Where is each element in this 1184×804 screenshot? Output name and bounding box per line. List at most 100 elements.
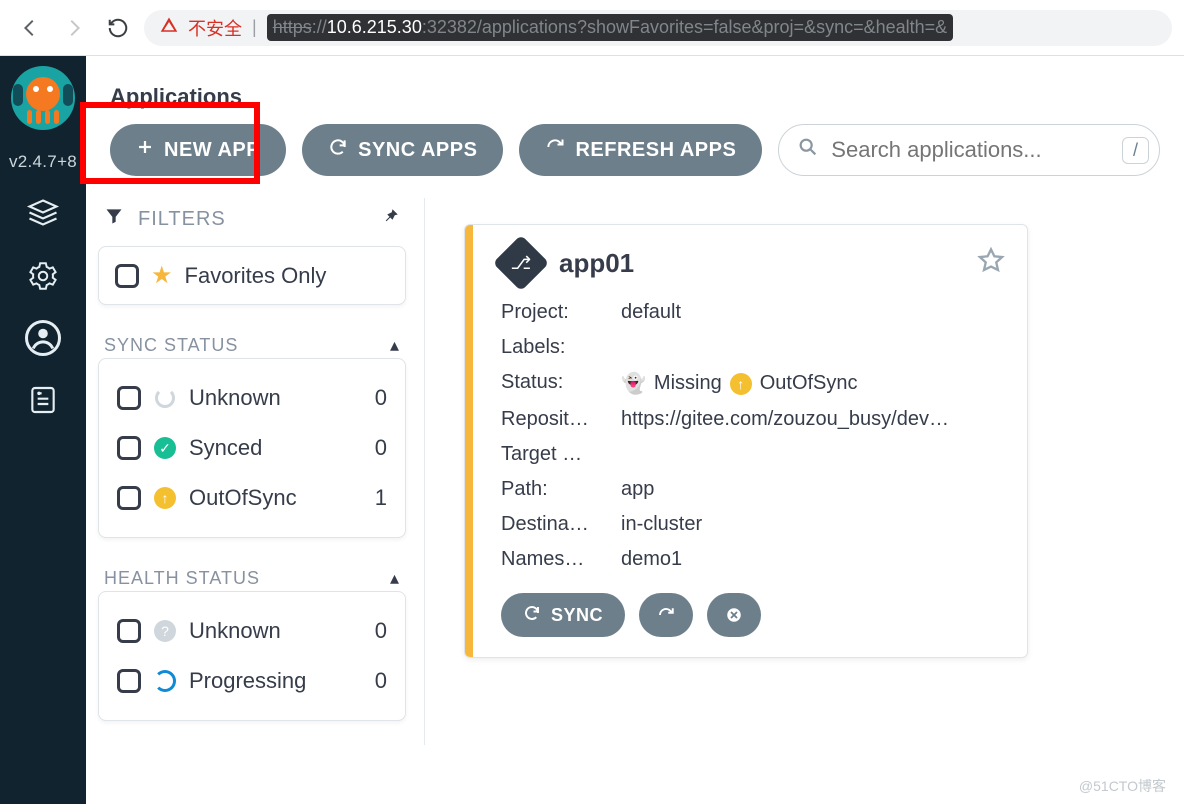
watermark: @51CTO博客 bbox=[1079, 776, 1166, 796]
spinner-icon bbox=[153, 386, 177, 410]
filter-label: OutOfSync bbox=[189, 485, 297, 511]
settings-nav-icon[interactable] bbox=[23, 256, 63, 296]
filter-label: Unknown bbox=[189, 618, 281, 644]
version-label: v2.4.7+8 bbox=[9, 152, 77, 172]
filters-header: FILTERS bbox=[98, 198, 406, 246]
delete-button[interactable] bbox=[707, 593, 761, 637]
filter-count: 0 bbox=[375, 435, 387, 461]
path-key: Path: bbox=[501, 478, 621, 501]
checkbox[interactable] bbox=[117, 386, 141, 410]
highlight-box bbox=[80, 102, 260, 184]
sync-button[interactable]: SYNC bbox=[501, 593, 625, 637]
refresh-apps-button[interactable]: REFRESH APPS bbox=[519, 124, 762, 176]
health-status-title: HEALTH STATUS bbox=[104, 568, 260, 589]
ns-key: Names… bbox=[501, 548, 621, 571]
forward-button[interactable] bbox=[56, 10, 92, 46]
arrow-up-icon: ↑ bbox=[730, 373, 752, 395]
checkbox[interactable] bbox=[117, 486, 141, 510]
status-key: Status: bbox=[501, 371, 621, 396]
dest-value: in-cluster bbox=[621, 513, 1005, 536]
reload-button[interactable] bbox=[100, 10, 136, 46]
filter-count: 0 bbox=[375, 385, 387, 411]
filters-panel: FILTERS ★ Favorites Only SYNC STATUS ▴ U… bbox=[86, 198, 424, 745]
repo-value: https://gitee.com/zouzou_busy/dev… bbox=[621, 408, 1005, 431]
search-box[interactable]: / bbox=[778, 124, 1160, 176]
checkbox[interactable] bbox=[117, 436, 141, 460]
sync-label: SYNC bbox=[551, 605, 603, 626]
repo-key: Reposit… bbox=[501, 408, 621, 431]
project-key: Project: bbox=[501, 301, 621, 324]
path-value: app bbox=[621, 478, 1005, 501]
url-text: https://10.6.215.30:32382/applications?s… bbox=[267, 14, 953, 41]
back-button[interactable] bbox=[12, 10, 48, 46]
toolbar: NEW APP SYNC APPS REFRESH APPS / bbox=[86, 124, 1184, 198]
check-icon: ✓ bbox=[153, 436, 177, 460]
sync-apps-label: SYNC APPS bbox=[358, 139, 477, 162]
favorite-star-icon[interactable] bbox=[977, 247, 1005, 280]
filter-row-unknown[interactable]: Unknown 0 bbox=[115, 373, 389, 423]
filter-count: 0 bbox=[375, 668, 387, 694]
question-icon: ? bbox=[153, 619, 177, 643]
apps-nav-icon[interactable] bbox=[23, 194, 63, 234]
favorites-label: Favorites Only bbox=[185, 263, 327, 289]
insecure-label: 不安全 bbox=[188, 15, 242, 41]
project-value: default bbox=[621, 301, 1005, 324]
apps-area: ⎇ app01 Project:default Labels: Status: … bbox=[424, 198, 1184, 745]
filter-row-outofsync[interactable]: ↑ OutOfSync 1 bbox=[115, 473, 389, 523]
filter-count: 0 bbox=[375, 618, 387, 644]
checkbox[interactable] bbox=[117, 669, 141, 693]
dest-key: Destina… bbox=[501, 513, 621, 536]
target-key: Target … bbox=[501, 443, 621, 466]
main: Applications NEW APP SYNC APPS REFRESH A… bbox=[86, 56, 1184, 804]
browser-bar: 不安全 | https://10.6.215.30:32382/applicat… bbox=[0, 0, 1184, 56]
filter-label: Progressing bbox=[189, 668, 306, 694]
checkbox[interactable] bbox=[117, 619, 141, 643]
search-input[interactable] bbox=[831, 137, 1141, 163]
target-value bbox=[621, 443, 1005, 466]
sync-status-header[interactable]: SYNC STATUS ▴ bbox=[98, 329, 406, 358]
health-status-card: ? Unknown 0 Progressing 0 bbox=[98, 591, 406, 721]
left-rail: v2.4.7+8 bbox=[0, 56, 86, 804]
docs-nav-icon[interactable] bbox=[23, 380, 63, 420]
sync-icon bbox=[523, 604, 541, 627]
labels-key: Labels: bbox=[501, 336, 621, 359]
filter-row-health-unknown[interactable]: ? Unknown 0 bbox=[115, 606, 389, 656]
filter-count: 1 bbox=[375, 485, 387, 511]
sync-status-card: Unknown 0 ✓ Synced 0 ↑ OutOfSync 1 bbox=[98, 358, 406, 538]
health-status-header[interactable]: HEALTH STATUS ▴ bbox=[98, 562, 406, 591]
app-name: app01 bbox=[559, 248, 634, 279]
status-value: 👻 Missing ↑ OutOfSync bbox=[621, 371, 1005, 396]
chevron-up-icon: ▴ bbox=[390, 335, 400, 356]
checkbox[interactable] bbox=[115, 264, 139, 288]
pin-icon[interactable] bbox=[382, 207, 400, 231]
refresh-icon bbox=[545, 137, 565, 163]
warning-icon bbox=[160, 16, 178, 39]
status-stripe bbox=[465, 225, 473, 657]
ns-value: demo1 bbox=[621, 548, 1005, 571]
chevron-up-icon: ▴ bbox=[390, 568, 400, 589]
status-oos: OutOfSync bbox=[760, 372, 858, 395]
user-nav-icon[interactable] bbox=[23, 318, 63, 358]
filter-label: Synced bbox=[189, 435, 262, 461]
sync-apps-button[interactable]: SYNC APPS bbox=[302, 124, 503, 176]
star-icon: ★ bbox=[151, 261, 173, 290]
sync-status-title: SYNC STATUS bbox=[104, 335, 238, 356]
arrow-up-icon: ↑ bbox=[153, 486, 177, 510]
refresh-button[interactable] bbox=[639, 593, 693, 637]
refresh-apps-label: REFRESH APPS bbox=[575, 139, 736, 162]
labels-value bbox=[621, 336, 1005, 359]
filter-label: Unknown bbox=[189, 385, 281, 411]
filter-row-progressing[interactable]: Progressing 0 bbox=[115, 656, 389, 706]
slash-hint: / bbox=[1122, 137, 1149, 164]
argo-logo[interactable] bbox=[11, 66, 75, 130]
progress-icon bbox=[153, 669, 177, 693]
address-bar[interactable]: 不安全 | https://10.6.215.30:32382/applicat… bbox=[144, 10, 1172, 46]
git-icon: ⎇ bbox=[493, 235, 550, 292]
favorites-filter[interactable]: ★ Favorites Only bbox=[115, 261, 389, 290]
favorites-card: ★ Favorites Only bbox=[98, 246, 406, 305]
app-card[interactable]: ⎇ app01 Project:default Labels: Status: … bbox=[464, 224, 1028, 658]
filter-row-synced[interactable]: ✓ Synced 0 bbox=[115, 423, 389, 473]
separator: | bbox=[252, 17, 257, 38]
sync-icon bbox=[328, 137, 348, 163]
filter-icon bbox=[104, 206, 124, 232]
